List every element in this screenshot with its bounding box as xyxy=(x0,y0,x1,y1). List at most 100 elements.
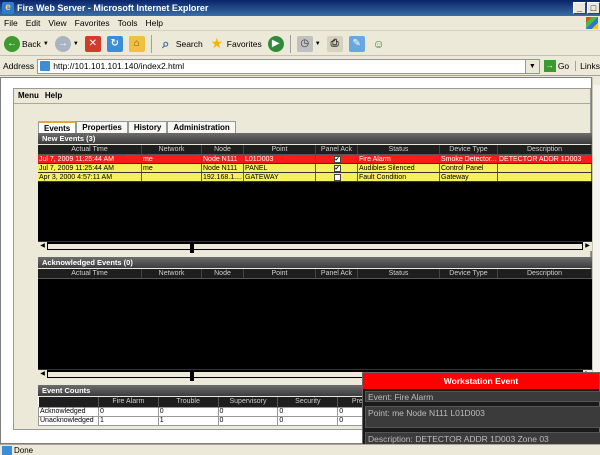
col-status[interactable]: Status xyxy=(358,145,440,154)
new-events-hscrollbar[interactable]: ◀ ▶ xyxy=(38,241,592,253)
edit-button[interactable]: ✎ xyxy=(347,34,367,54)
cell-device-type: Gateway xyxy=(440,173,498,181)
col-device-type[interactable]: Device Type xyxy=(440,269,498,278)
minimize-button[interactable]: _ xyxy=(573,2,586,14)
scroll-thumb[interactable] xyxy=(190,244,194,253)
col-panel-ack[interactable]: Panel Ack xyxy=(316,269,358,278)
ack-checkbox[interactable]: ✔ xyxy=(333,164,341,172)
menu-file[interactable]: File xyxy=(4,18,18,28)
popup-point-field: Point: me Node N111 L01D003 xyxy=(365,406,600,428)
edit-icon: ✎ xyxy=(348,35,365,52)
menu-tools[interactable]: Tools xyxy=(118,18,138,28)
links-button[interactable]: Links xyxy=(575,61,600,71)
menu-help[interactable]: Help xyxy=(145,18,162,28)
col-description[interactable]: Description xyxy=(498,145,592,154)
history-button[interactable]: ◷ ▼ xyxy=(295,34,323,54)
counts-col-trouble: Trouble xyxy=(158,397,219,407)
scroll-right-icon[interactable]: ▶ xyxy=(583,242,592,251)
favorites-button[interactable]: ★ Favorites xyxy=(207,34,264,54)
cell-panel-ack: ✔ xyxy=(316,155,358,163)
event-row[interactable]: Jul 7, 2009 11:25:44 AM me Node N111 L01D00… xyxy=(38,155,592,164)
chevron-down-icon: ▼ xyxy=(42,40,49,47)
media-button[interactable]: ▶ xyxy=(266,34,286,54)
go-label: Go xyxy=(557,61,570,71)
maximize-button[interactable]: □ xyxy=(587,2,600,14)
col-point[interactable]: Point xyxy=(244,269,316,278)
counts-row: Acknowledged 0 0 0 0 0 xyxy=(38,406,398,417)
favorites-label: Favorites xyxy=(226,38,262,49)
col-node[interactable]: Node xyxy=(202,269,244,278)
print-icon: ⎙ xyxy=(326,35,343,52)
browser-toolbar: ← Back ▼ → ▼ ✕ ↻ ⌂ ⌕ Search ★ Favorites … xyxy=(0,32,600,56)
messenger-button[interactable]: ☺ xyxy=(369,34,389,54)
col-network[interactable]: Network xyxy=(142,145,202,154)
menu-view[interactable]: View xyxy=(48,18,66,28)
col-description[interactable]: Description xyxy=(498,269,592,278)
tab-history[interactable]: History xyxy=(127,121,168,133)
col-panel-ack[interactable]: Panel Ack xyxy=(316,145,358,154)
col-actual-time[interactable]: Actual Time xyxy=(38,145,142,154)
col-status[interactable]: Status xyxy=(358,269,440,278)
print-button[interactable]: ⎙ xyxy=(325,34,345,54)
event-row[interactable]: Apr 3, 2000 4:57:11 AM 192.168.1.... GATEW… xyxy=(38,173,592,182)
scroll-left-icon[interactable]: ◀ xyxy=(38,242,47,251)
col-device-type[interactable]: Device Type xyxy=(440,145,498,154)
scroll-left-icon[interactable]: ◀ xyxy=(38,370,47,379)
counts-row-label: Unacknowledged xyxy=(38,415,99,426)
go-button[interactable]: → Go xyxy=(543,60,570,72)
app-menu-help[interactable]: Help xyxy=(45,91,62,100)
forward-arrow-icon: → xyxy=(54,35,71,52)
cell-network: me xyxy=(142,164,202,172)
search-icon: ⌕ xyxy=(162,35,170,51)
workstation-event-popup[interactable]: Workstation Event Event: Fire Alarm Poin… xyxy=(362,372,600,455)
forward-button[interactable]: → ▼ xyxy=(53,34,81,54)
col-node[interactable]: Node xyxy=(202,145,244,154)
popup-title: Workstation Event xyxy=(363,373,599,389)
scroll-track[interactable] xyxy=(48,244,582,253)
scroll-up-icon[interactable] xyxy=(593,77,600,85)
history-icon: ◷ xyxy=(296,35,313,52)
counts-col-fire-alarm: Fire Alarm xyxy=(98,397,159,407)
new-events-columns: Actual Time Network Node Point Panel Ack… xyxy=(38,145,592,155)
event-row[interactable]: Jul 7, 2009 11:25:44 AM me Node N111 PANEL ✔… xyxy=(38,164,592,173)
cell-status: Audibles Silenced xyxy=(358,164,440,172)
address-label: Address xyxy=(3,61,35,71)
menu-favorites[interactable]: Favorites xyxy=(75,18,110,28)
cell-panel-ack xyxy=(316,173,358,181)
ack-checkbox[interactable]: ✔ xyxy=(333,155,341,163)
new-events-rows: Jul 7, 2009 11:25:44 AM me Node N111 L01D00… xyxy=(38,155,592,182)
cell-description xyxy=(498,164,592,172)
back-button[interactable]: ← Back ▼ xyxy=(2,34,51,54)
app-menu-menu[interactable]: Menu xyxy=(18,91,39,100)
go-arrow-icon: → xyxy=(543,60,556,72)
address-dropdown-icon[interactable]: ▼ xyxy=(524,59,539,73)
counts-row: Unacknowledged 1 1 0 0 0 xyxy=(38,415,398,426)
counts-cell: 0 xyxy=(277,415,339,426)
counts-col-label xyxy=(38,397,99,407)
scroll-thumb[interactable] xyxy=(190,372,194,381)
star-icon: ★ xyxy=(210,35,224,51)
cell-time: Jul 7, 2009 11:25:44 AM xyxy=(38,155,142,163)
menu-edit[interactable]: Edit xyxy=(26,18,41,28)
address-input[interactable]: http://101.101.101.140/index2.html ▼ xyxy=(37,58,540,74)
new-events-grid: Actual Time Network Node Point Panel Ack… xyxy=(38,145,592,241)
col-point[interactable]: Point xyxy=(244,145,316,154)
cell-status: Fire Alarm xyxy=(358,155,440,163)
messenger-icon: ☺ xyxy=(372,36,385,51)
home-button[interactable]: ⌂ xyxy=(127,34,147,54)
col-actual-time[interactable]: Actual Time xyxy=(38,269,142,278)
counts-cell: 0 xyxy=(277,406,339,417)
tab-administration[interactable]: Administration xyxy=(167,121,236,133)
counts-header-row: Fire Alarm Trouble Supervisory Security … xyxy=(38,397,398,407)
cell-device-type: Control Panel xyxy=(440,164,498,172)
tab-properties[interactable]: Properties xyxy=(76,121,128,133)
search-button[interactable]: ⌕ Search xyxy=(156,34,205,54)
col-network[interactable]: Network xyxy=(142,269,202,278)
refresh-button[interactable]: ↻ xyxy=(105,34,125,54)
stop-button[interactable]: ✕ xyxy=(83,34,103,54)
status-text: Done xyxy=(14,446,34,455)
back-arrow-icon: ← xyxy=(4,35,20,52)
ack-checkbox[interactable] xyxy=(333,173,341,181)
cell-network: me xyxy=(142,155,202,163)
menu-bar: File Edit View Favorites Tools Help xyxy=(0,16,600,31)
